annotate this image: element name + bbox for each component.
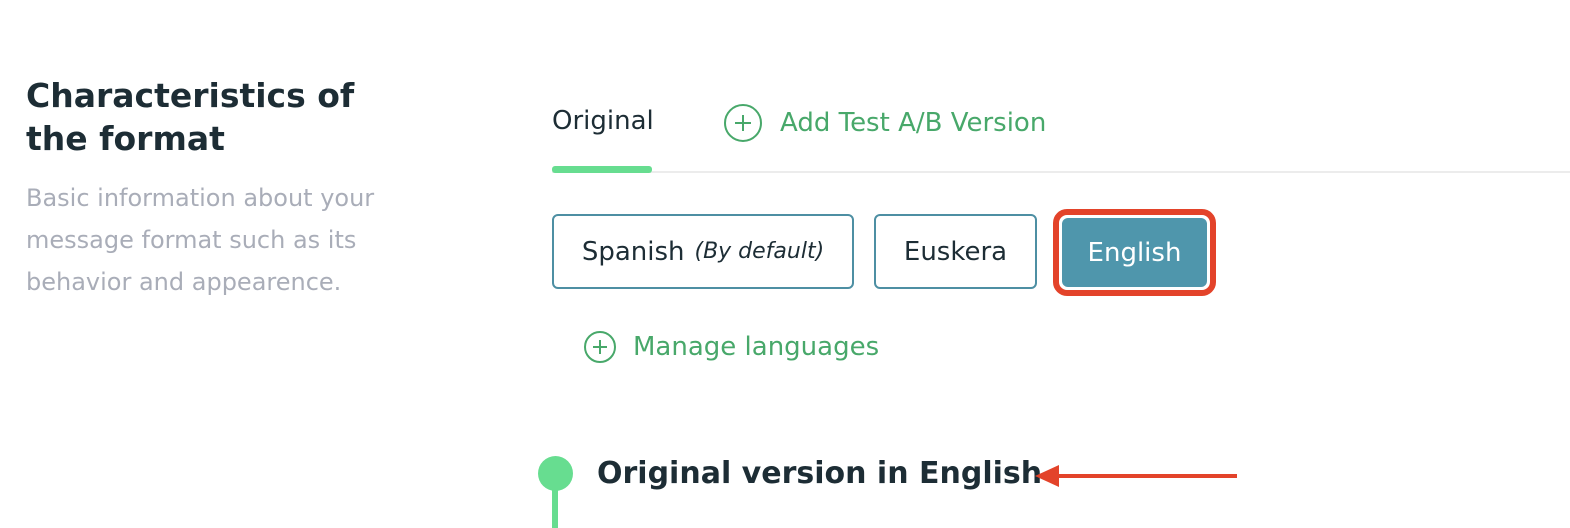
add-ab-version-button[interactable]: Add Test A/B Version bbox=[724, 104, 1046, 142]
plus-circle-icon bbox=[724, 104, 762, 142]
section-title: Characteristics of the format bbox=[26, 76, 355, 158]
highlight-box: English bbox=[1053, 209, 1216, 296]
language-label-euskera: Euskera bbox=[903, 236, 1008, 267]
manage-languages-label: Manage languages bbox=[633, 332, 880, 362]
section-description: Basic information about your message for… bbox=[26, 184, 375, 296]
tabs-divider bbox=[552, 171, 1570, 173]
language-button-english[interactable]: English bbox=[1062, 218, 1207, 287]
timeline-line bbox=[552, 486, 558, 528]
version-title: Original version in English bbox=[597, 456, 1043, 491]
language-label-spanish: Spanish bbox=[581, 236, 685, 267]
arrow-left-icon bbox=[1035, 465, 1237, 487]
language-label-english: English bbox=[1087, 237, 1182, 268]
format-settings-page: Characteristics of the format Basic info… bbox=[0, 0, 1570, 528]
language-button-spanish[interactable]: Spanish (By default) bbox=[552, 214, 854, 289]
language-button-euskera[interactable]: Euskera bbox=[874, 214, 1037, 289]
manage-languages-button[interactable]: Manage languages bbox=[584, 330, 879, 364]
default-language-note: (By default) bbox=[694, 239, 825, 264]
plus-circle-icon bbox=[584, 331, 616, 363]
active-tab-indicator bbox=[552, 166, 652, 173]
tab-original[interactable]: Original bbox=[552, 104, 654, 138]
add-ab-version-label: Add Test A/B Version bbox=[780, 108, 1047, 138]
